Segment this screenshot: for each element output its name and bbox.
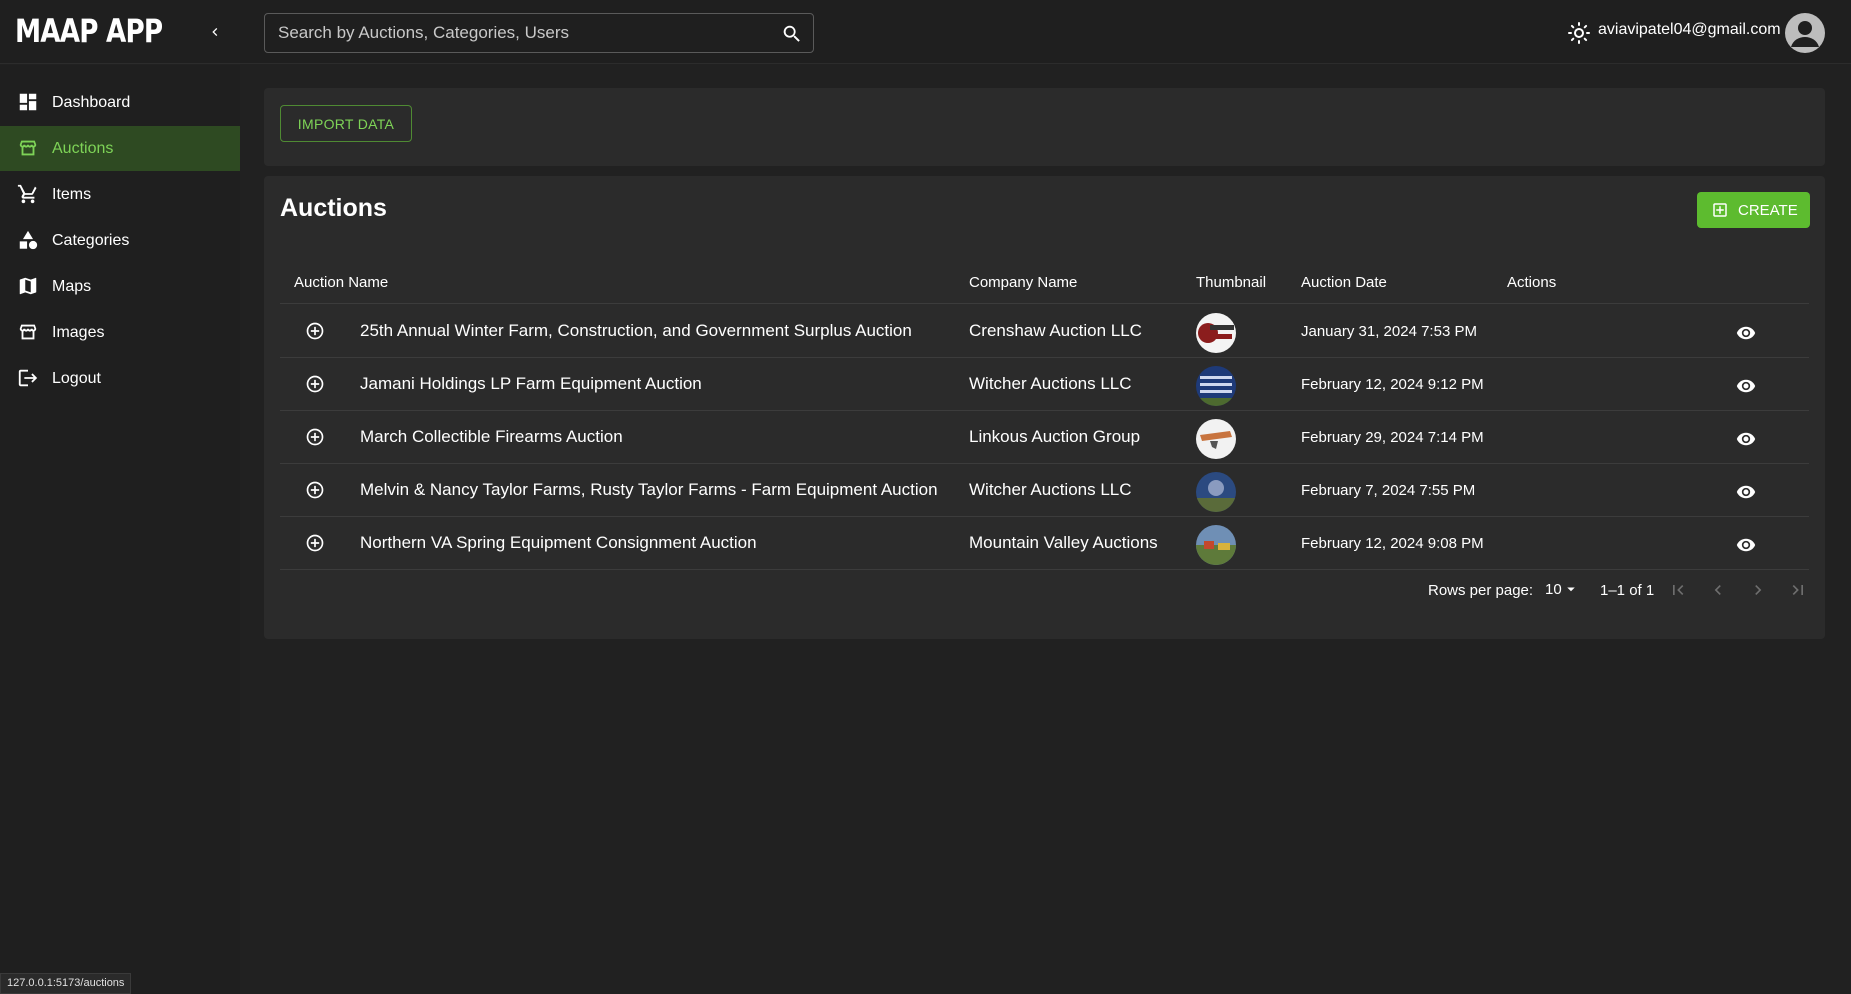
logout-icon [18,369,38,387]
company-name: Linkous Auction Group [969,427,1141,446]
column-header-auction-name[interactable]: Auction Name [294,274,388,291]
search-box[interactable] [264,13,814,53]
collapse-sidebar-button[interactable] [203,20,227,44]
map-icon [19,277,37,295]
import-panel: IMPORT DATA [264,88,1825,166]
auction-date: February 7, 2024 7:55 PM [1301,482,1476,499]
storefront-icon [19,324,37,340]
column-header-thumbnail[interactable]: Thumbnail [1196,274,1266,291]
sidebar-item-dashboard[interactable]: Dashboard [0,80,240,125]
status-bar-url: 127.0.0.1:5173/auctions [0,973,132,994]
import-data-button[interactable]: IMPORT DATA [280,105,412,142]
page-title: Auctions [280,194,387,222]
pagination-range: 1–1 of 1 [1600,582,1655,599]
rows-per-page-select[interactable]: 10 [1545,580,1580,598]
rows-per-page-value: 10 [1545,580,1562,598]
shapes-icon [19,230,38,250]
previous-page-icon[interactable] [1708,580,1728,605]
auction-date: February 12, 2024 9:12 PM [1301,376,1484,393]
create-button[interactable]: CREATE [1697,192,1810,228]
column-header-actions: Actions [1507,274,1557,291]
expand-row-icon[interactable] [305,374,325,399]
rows-per-page-label: Rows per page: [1428,582,1534,599]
table-pagination: Rows per page: 10 1–1 of 1 [280,570,1809,610]
sidebar-item-label: Images [52,323,105,341]
sidebar-item-label: Logout [52,369,101,387]
avatar[interactable] [1785,13,1825,53]
sidebar-item-label: Dashboard [52,93,131,111]
table-row[interactable]: Jamani Holdings LP Farm Equipment Auctio… [280,358,1809,411]
table-row[interactable]: Northern VA Spring Equipment Consignment… [280,517,1809,570]
sidebar-item-categories[interactable]: Categories [0,218,240,263]
sidebar-item-auctions[interactable]: Auctions [0,126,240,171]
auction-thumbnail [1196,525,1236,565]
table-row[interactable]: 25th Annual Winter Farm, Construction, a… [280,305,1809,358]
column-header-company-name[interactable]: Company Name [969,274,1077,291]
sidebar-item-images[interactable]: Images [0,310,240,355]
view-icon[interactable] [1736,535,1756,560]
light-mode-icon[interactable] [1567,21,1591,50]
person-icon [1791,21,1819,47]
cart-icon [17,184,37,204]
auction-date: February 29, 2024 7:14 PM [1301,429,1484,446]
next-page-icon[interactable] [1748,580,1768,605]
view-icon[interactable] [1736,323,1756,348]
auctions-table-panel: Auctions CREATE Auction Name Company Nam… [264,176,1825,639]
expand-row-icon[interactable] [305,427,325,452]
company-name: Witcher Auctions LLC [969,374,1132,393]
caret-down-icon [1566,587,1575,592]
last-page-icon[interactable] [1788,580,1808,605]
company-name: Crenshaw Auction LLC [969,321,1142,340]
create-button-label: CREATE [1738,201,1798,219]
company-name: Mountain Valley Auctions [969,533,1158,552]
sidebar-item-logout[interactable]: Logout [0,356,240,401]
column-header-auction-date[interactable]: Auction Date [1301,274,1387,291]
add-box-icon [1711,201,1729,219]
sidebar-item-maps[interactable]: Maps [0,264,240,309]
dashboard-icon [19,93,37,111]
auction-name: Jamani Holdings LP Farm Equipment Auctio… [360,374,702,393]
top-app-bar: MAAP APP aviavipatel04@gmail.com [0,0,1851,64]
table-row[interactable]: Melvin & Nancy Taylor Farms, Rusty Taylo… [280,464,1809,517]
app-logo[interactable]: MAAP APP [15,12,163,50]
expand-row-icon[interactable] [305,480,325,505]
auction-thumbnail [1196,419,1236,459]
auction-thumbnail [1196,472,1236,512]
sidebar-item-items[interactable]: Items [0,172,240,217]
auction-name: March Collectible Firearms Auction [360,427,623,446]
user-email: aviavipatel04@gmail.com [1598,21,1781,38]
auction-date: January 31, 2024 7:53 PM [1301,323,1477,340]
first-page-icon[interactable] [1668,580,1688,605]
expand-row-icon[interactable] [305,321,325,346]
sidebar-item-label: Categories [52,231,130,249]
sidebar-item-label: Auctions [52,139,114,157]
view-icon[interactable] [1736,376,1756,401]
auction-name: Northern VA Spring Equipment Consignment… [360,533,757,552]
chevron-left-icon [212,28,218,36]
auction-thumbnail [1196,313,1236,353]
view-icon[interactable] [1736,429,1756,454]
auction-name: Melvin & Nancy Taylor Farms, Rusty Taylo… [360,480,938,499]
table-row[interactable]: March Collectible Firearms Auction Linko… [280,411,1809,464]
search-input[interactable] [278,14,758,52]
sidebar-item-label: Maps [52,277,92,295]
search-icon[interactable] [781,23,803,50]
company-name: Witcher Auctions LLC [969,480,1132,499]
expand-row-icon[interactable] [305,533,325,558]
storefront-icon [19,140,37,156]
table-header: Auction Name Company Name Thumbnail Auct… [280,260,1809,304]
view-icon[interactable] [1736,482,1756,507]
auction-thumbnail [1196,366,1236,406]
auction-name: 25th Annual Winter Farm, Construction, a… [360,321,912,340]
auction-date: February 12, 2024 9:08 PM [1301,535,1484,552]
sidebar: Dashboard Auctions Items Categories Maps… [0,65,240,994]
sidebar-item-label: Items [52,185,92,203]
